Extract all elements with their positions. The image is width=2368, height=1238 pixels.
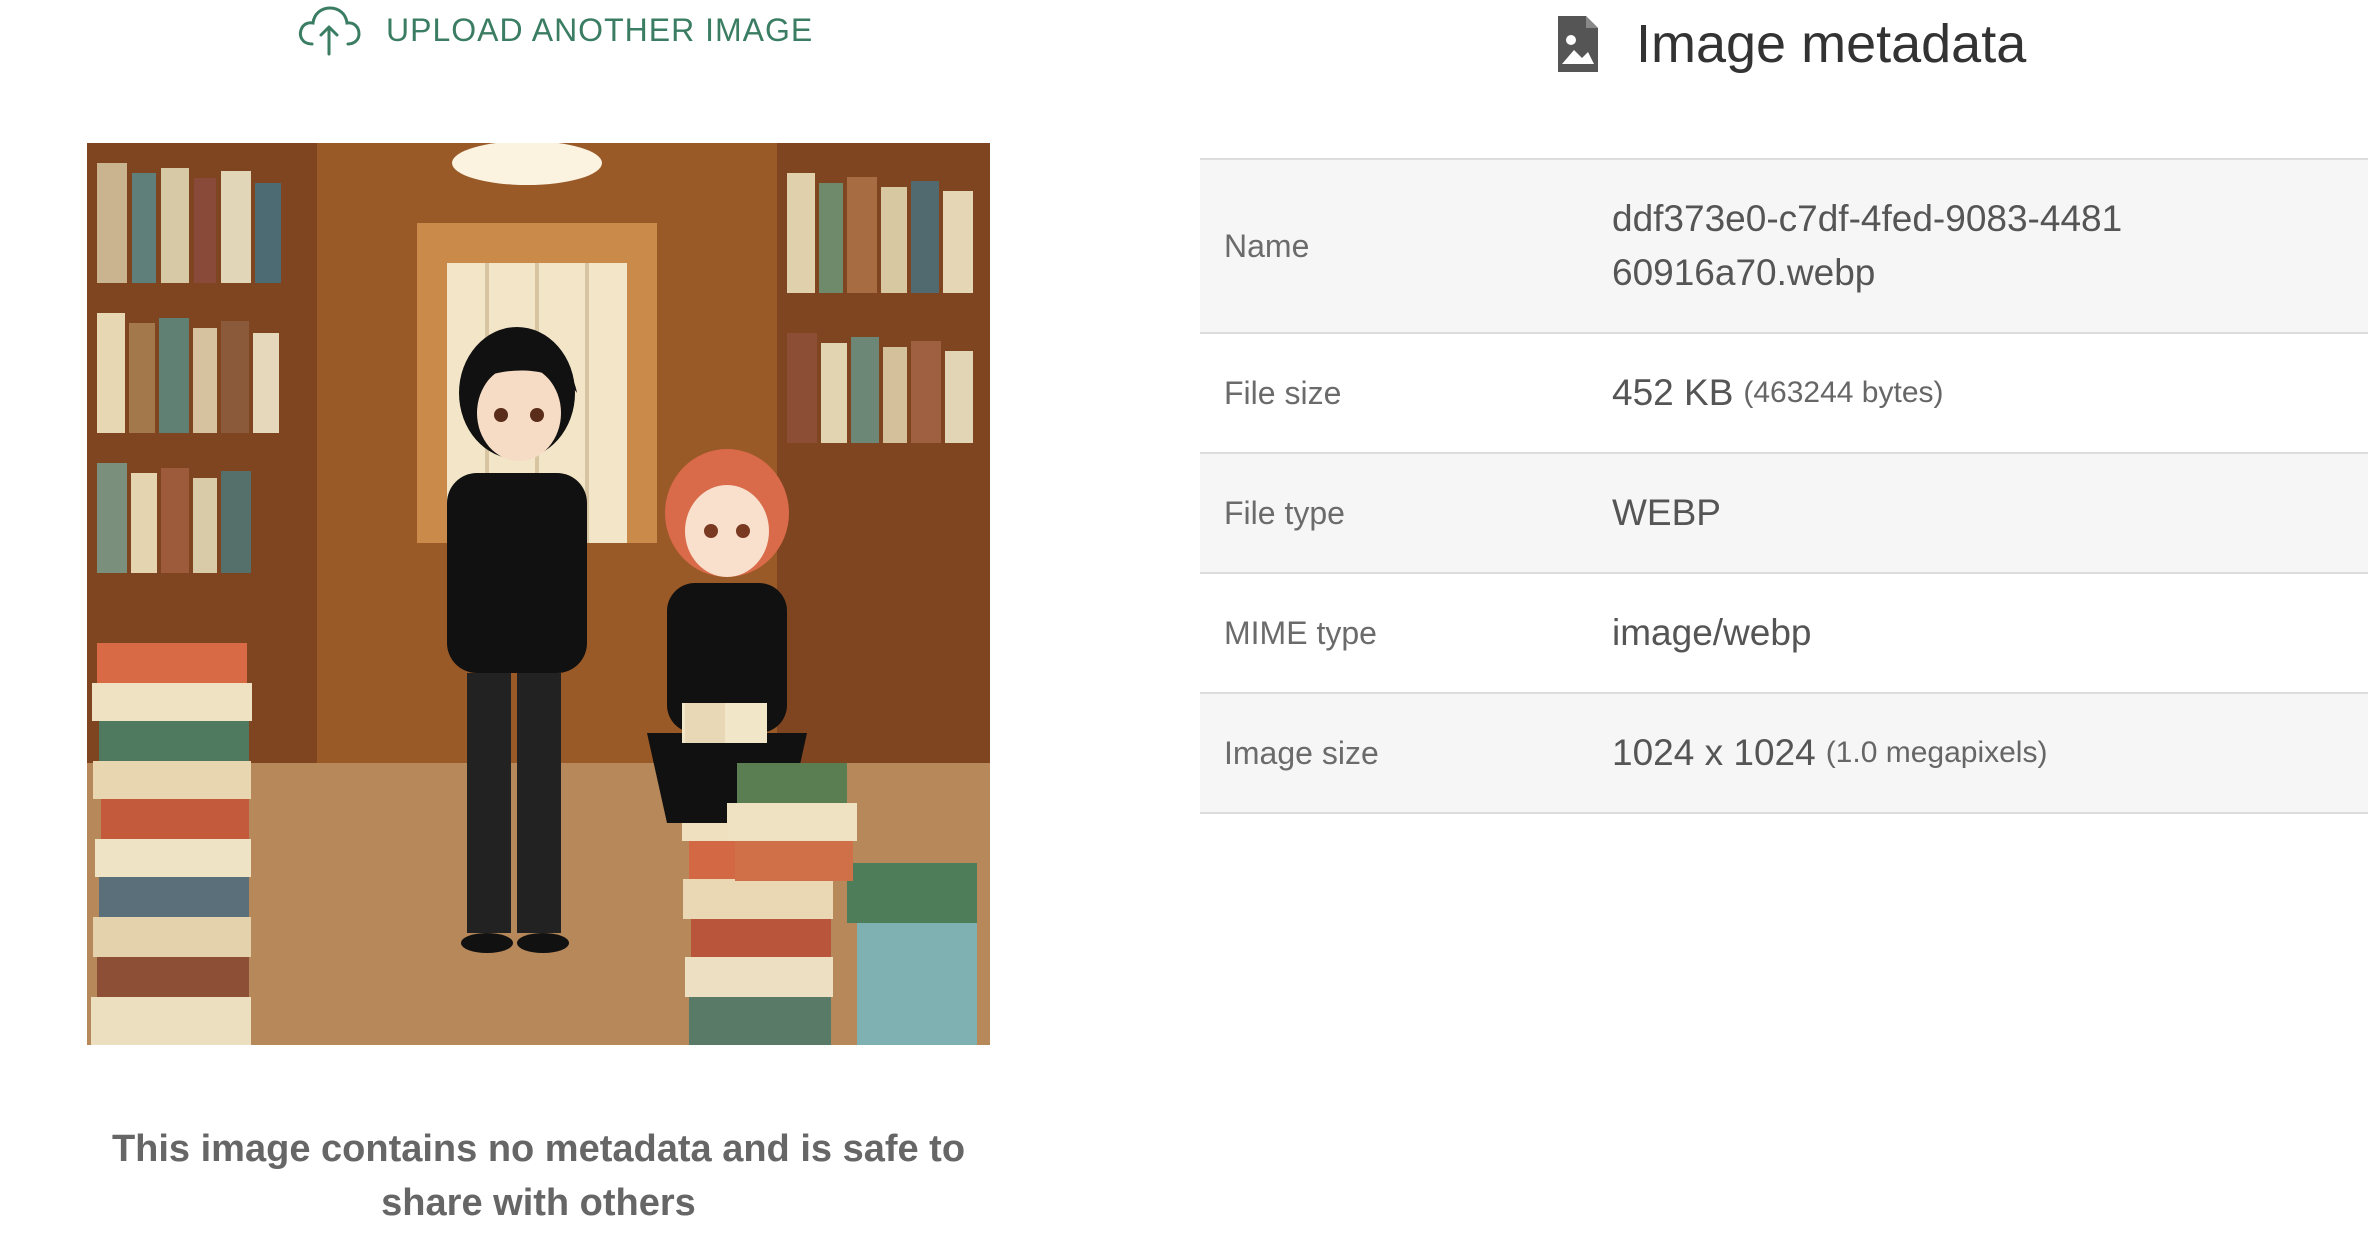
row-key: File type — [1224, 494, 1345, 531]
cloud-upload-icon — [296, 4, 362, 56]
metadata-table: Name ddf373e0-c7df-4fed-9083-448160916a7… — [1200, 158, 2368, 814]
upload-another-image-button[interactable]: UPLOAD ANOTHER IMAGE — [296, 4, 813, 56]
table-row: Image size 1024 x 1024 (1.0 megapixels) — [1200, 692, 2368, 814]
metadata-title: Image metadata — [1636, 14, 2027, 74]
row-key: MIME type — [1224, 614, 1377, 651]
row-key: Image size — [1224, 734, 1379, 771]
image-file-icon — [1556, 14, 1600, 74]
safe-to-share-message: This image contains no metadata and is s… — [111, 1128, 966, 1224]
image-preview — [87, 143, 990, 1045]
row-value: ddf373e0-c7df-4fed-9083-448160916a70.web… — [1612, 160, 2368, 332]
row-value: 1024 x 1024 (1.0 megapixels) — [1612, 694, 2368, 812]
metadata-heading: Image metadata — [1556, 8, 2026, 80]
table-row: Name ddf373e0-c7df-4fed-9083-448160916a7… — [1200, 158, 2368, 332]
row-key: Name — [1224, 227, 1310, 264]
row-value: 452 KB (463244 bytes) — [1612, 334, 2368, 452]
row-value: WEBP — [1612, 454, 2368, 572]
upload-button-label: UPLOAD ANOTHER IMAGE — [386, 11, 814, 48]
table-row: MIME type image/webp — [1200, 572, 2368, 692]
megapixels-value: (1.0 megapixels) — [1825, 736, 2048, 769]
table-row: File type WEBP — [1200, 452, 2368, 572]
file-size-value: 452 KB — [1612, 372, 1734, 413]
file-name-value: ddf373e0-c7df-4fed-9083-448160916a70.web… — [1612, 198, 2123, 293]
image-size-value: 1024 x 1024 — [1612, 732, 1816, 773]
row-key: File size — [1224, 374, 1342, 411]
table-row: File size 452 KB (463244 bytes) — [1200, 332, 2368, 452]
file-size-bytes: (463244 bytes) — [1743, 376, 1944, 409]
row-value: image/webp — [1612, 574, 2368, 692]
mime-type-value: image/webp — [1612, 612, 1812, 653]
page: UPLOAD ANOTHER IMAGE This image contains… — [0, 0, 2368, 1238]
file-type-value: WEBP — [1612, 492, 1721, 533]
